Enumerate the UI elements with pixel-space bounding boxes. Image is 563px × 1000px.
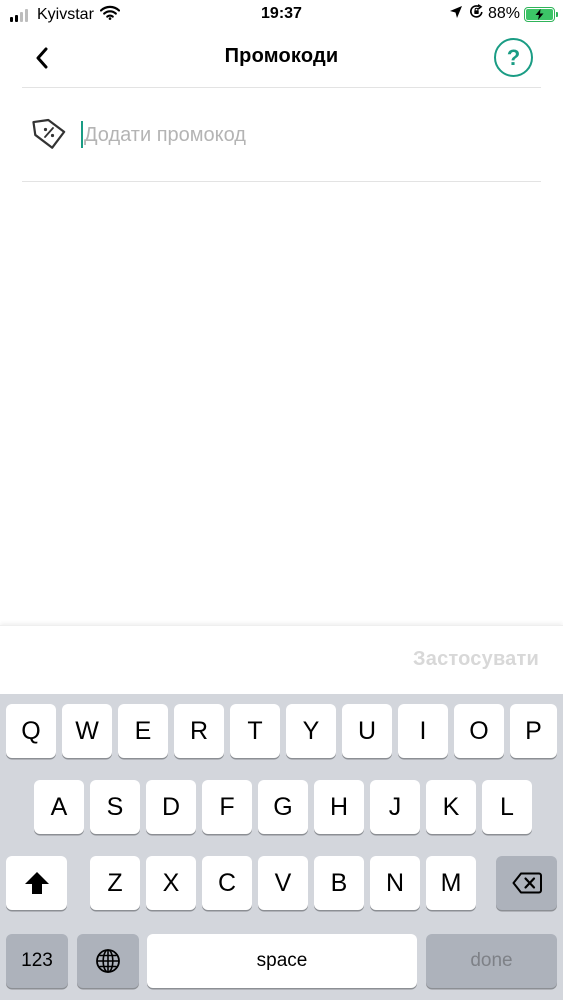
status-right: 88% xyxy=(449,4,558,24)
key-y[interactable]: Y xyxy=(286,704,336,758)
backspace-icon xyxy=(512,872,542,894)
divider-bottom xyxy=(22,181,541,182)
key-j[interactable]: J xyxy=(370,780,420,834)
discount-tag-icon xyxy=(30,113,68,156)
key-a[interactable]: A xyxy=(34,780,84,834)
orientation-lock-icon xyxy=(469,4,484,24)
backspace-key[interactable] xyxy=(496,856,557,910)
key-s[interactable]: S xyxy=(90,780,140,834)
key-g[interactable]: G xyxy=(258,780,308,834)
text-cursor xyxy=(81,121,83,148)
promo-code-input[interactable] xyxy=(81,118,521,152)
key-e[interactable]: E xyxy=(118,704,168,758)
key-w[interactable]: W xyxy=(62,704,112,758)
key-z[interactable]: Z xyxy=(90,856,140,910)
numbers-key[interactable]: 123 xyxy=(6,934,68,988)
space-key[interactable]: space xyxy=(147,934,417,988)
location-arrow-icon xyxy=(449,5,463,24)
key-u[interactable]: U xyxy=(342,704,392,758)
nav-bar: Промокоди ? xyxy=(0,30,563,87)
key-l[interactable]: L xyxy=(482,780,532,834)
help-button[interactable]: ? xyxy=(494,38,533,77)
key-m[interactable]: M xyxy=(426,856,476,910)
key-c[interactable]: C xyxy=(202,856,252,910)
page-title: Промокоди xyxy=(224,45,339,67)
key-x[interactable]: X xyxy=(146,856,196,910)
key-t[interactable]: T xyxy=(230,704,280,758)
key-q[interactable]: Q xyxy=(6,704,56,758)
key-o[interactable]: O xyxy=(454,704,504,758)
apply-button[interactable]: Застосувати xyxy=(413,648,539,671)
globe-key[interactable] xyxy=(77,934,139,988)
key-r[interactable]: R xyxy=(174,704,224,758)
key-h[interactable]: H xyxy=(314,780,364,834)
battery-percent: 88% xyxy=(487,5,520,22)
key-v[interactable]: V xyxy=(258,856,308,910)
promo-code-row xyxy=(22,88,541,181)
apply-bar: Застосувати xyxy=(0,625,563,694)
key-i[interactable]: I xyxy=(398,704,448,758)
shift-key[interactable] xyxy=(6,856,67,910)
shift-icon xyxy=(24,872,49,894)
key-d[interactable]: D xyxy=(146,780,196,834)
key-p[interactable]: P xyxy=(510,704,557,758)
battery-charging-icon xyxy=(524,6,558,22)
keyboard: Q W E R T Y U I O P A S D F G H J K L Z … xyxy=(0,694,563,1000)
done-key[interactable]: done xyxy=(426,934,557,988)
globe-icon xyxy=(96,949,120,973)
help-icon: ? xyxy=(506,44,521,70)
key-f[interactable]: F xyxy=(202,780,252,834)
key-k[interactable]: K xyxy=(426,780,476,834)
key-n[interactable]: N xyxy=(370,856,420,910)
status-bar: Kyivstar 19:37 88% xyxy=(0,0,563,30)
key-b[interactable]: B xyxy=(314,856,364,910)
